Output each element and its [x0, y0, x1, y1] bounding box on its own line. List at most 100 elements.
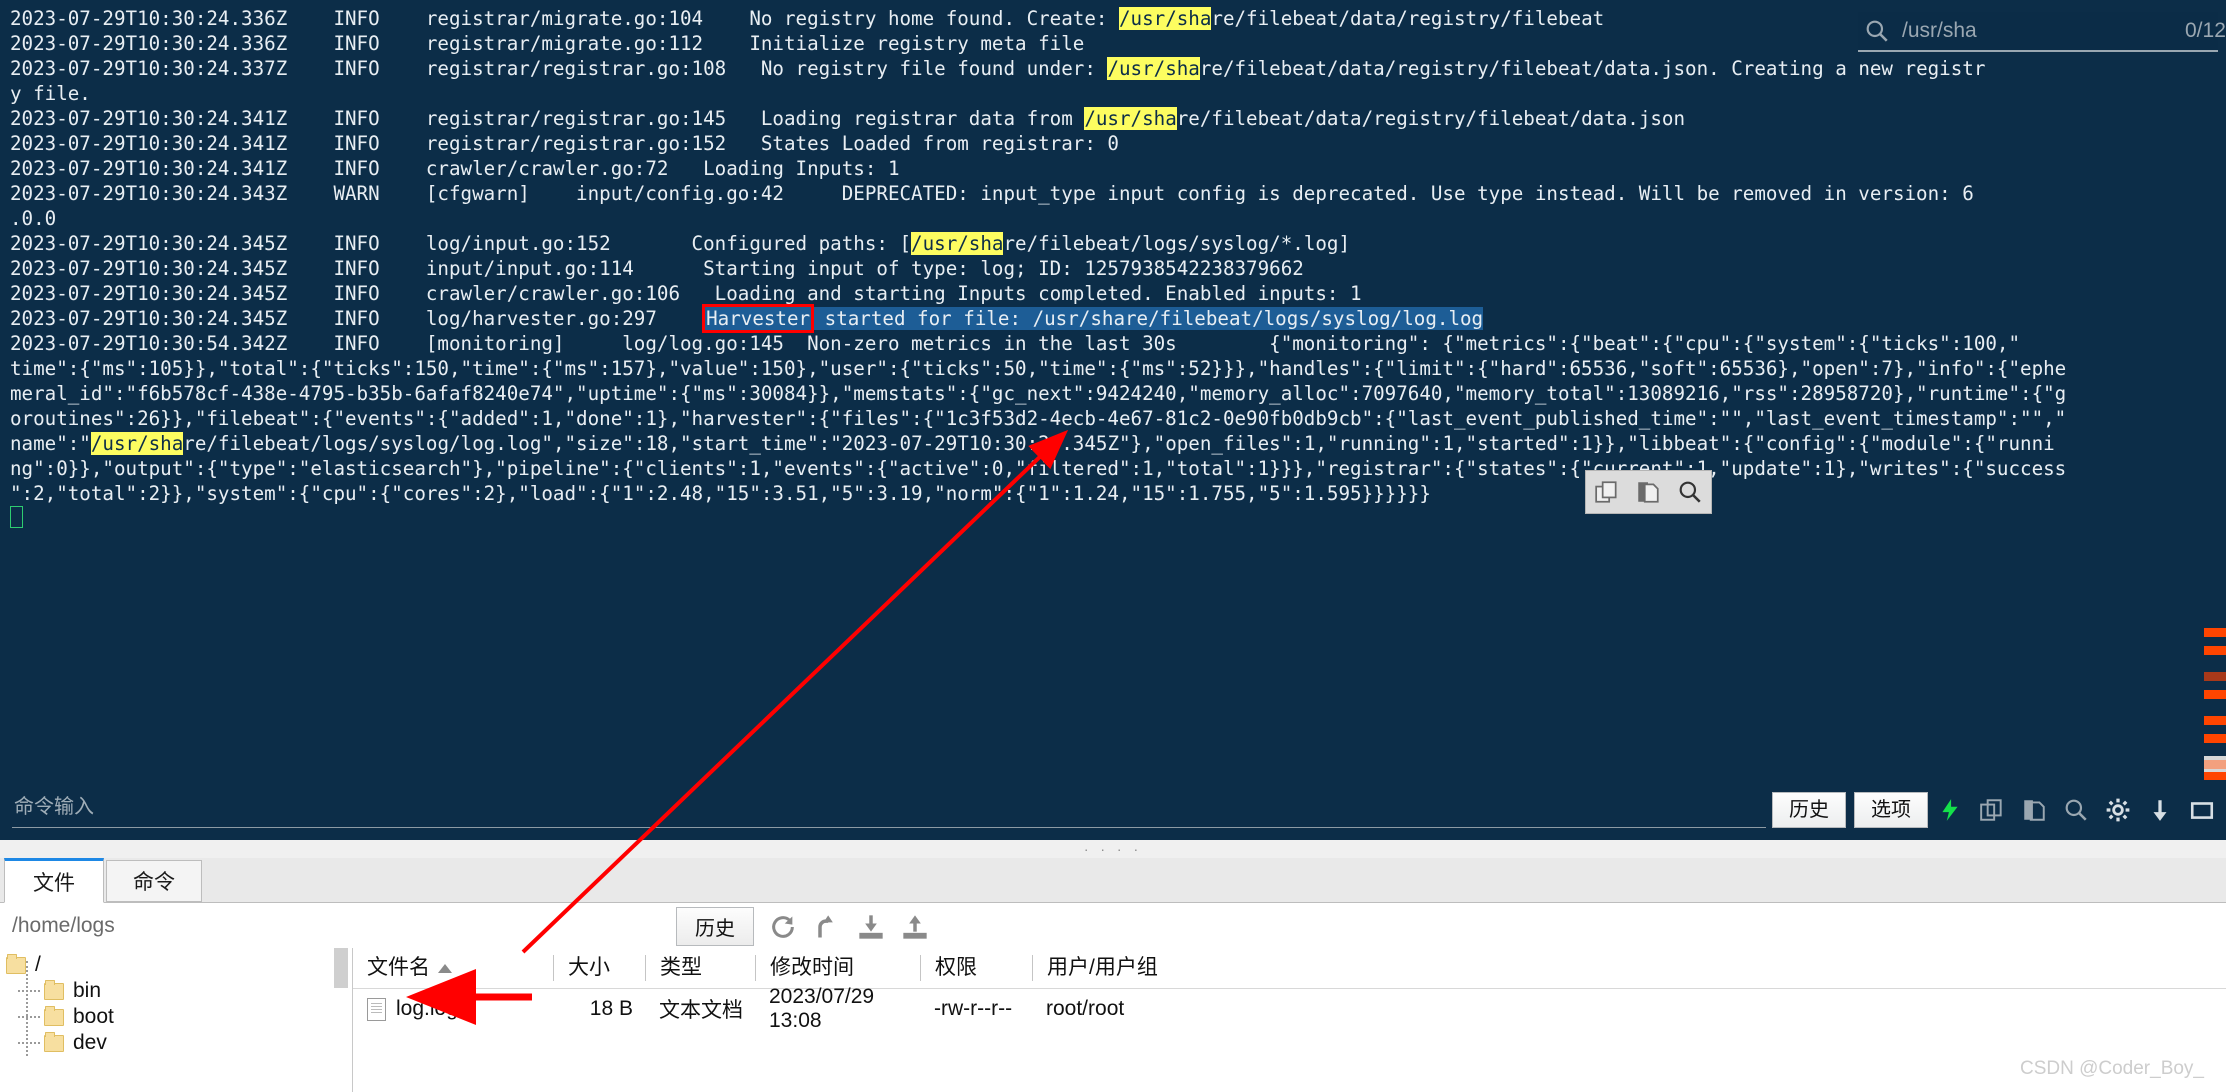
- terminal-line[interactable]: oroutines":26}},"filebeat":{"events":{"a…: [10, 406, 2202, 431]
- lightning-icon[interactable]: [1936, 796, 1964, 824]
- cell-text: -rw-r--r--: [934, 997, 1013, 1020]
- column-header-0[interactable]: 文件名: [353, 955, 553, 981]
- cell-type: 文本文档: [645, 994, 755, 1024]
- tab-files[interactable]: 文件: [4, 858, 104, 903]
- tree-item-boot[interactable]: boot: [0, 1004, 352, 1030]
- terminal-line[interactable]: name":"/usr/share/filebeat/logs/syslog/l…: [10, 431, 2202, 456]
- search-match: /usr/sha: [1084, 107, 1177, 130]
- folder-icon: [44, 1005, 64, 1026]
- column-header-label: 大小: [568, 956, 610, 979]
- search-icon[interactable]: [2062, 796, 2090, 824]
- highlighted-keyword: Harvester: [702, 304, 815, 333]
- cell-text: root/root: [1046, 997, 1125, 1020]
- watermark: CSDN @Coder_Boy_: [2019, 1058, 2204, 1079]
- download-icon[interactable]: [2146, 796, 2174, 824]
- terminal-line[interactable]: 2023-07-29T10:30:24.337Z INFO registrar/…: [10, 56, 2202, 81]
- tree-connector-branch: [18, 1042, 40, 1044]
- search-match: /usr/sha: [1107, 57, 1200, 80]
- column-header-label: 修改时间: [770, 956, 854, 979]
- search-match: /usr/sha: [911, 232, 1004, 255]
- cell-text: log.log: [396, 997, 458, 1020]
- terminal-line[interactable]: 2023-07-29T10:30:24.345Z INFO input/inpu…: [10, 256, 2202, 281]
- upload-icon[interactable]: [900, 912, 930, 942]
- search-input[interactable]: [1900, 18, 2175, 44]
- column-header-4[interactable]: 权限: [920, 955, 1032, 981]
- file-list-header: 文件名 大小 类型 修改时间 权限 用户/用户组: [353, 948, 2226, 989]
- paste-icon[interactable]: [2020, 796, 2048, 824]
- path-toolbar: 历史: [676, 907, 930, 946]
- find-bar[interactable]: 0/126: [1858, 12, 2226, 52]
- terminal-line[interactable]: 2023-07-29T10:30:24.345Z INFO crawler/cr…: [10, 281, 2202, 306]
- window-icon[interactable]: [2188, 796, 2216, 824]
- terminal-line[interactable]: y file.: [10, 81, 2202, 106]
- column-header-2[interactable]: 类型: [645, 955, 755, 981]
- cell-text: 2023/07/29 13:08: [769, 985, 875, 1032]
- terminal-line[interactable]: 2023-07-29T10:30:24.341Z INFO crawler/cr…: [10, 156, 2202, 181]
- column-header-label: 用户/用户组: [1047, 956, 1158, 979]
- search-match-count: 0/126: [2185, 19, 2226, 42]
- search-match: /usr/sha: [1118, 7, 1212, 30]
- column-header-label: 文件名: [367, 956, 430, 979]
- terminal-history-button[interactable]: 历史: [1772, 792, 1846, 828]
- terminal-line[interactable]: .0.0: [10, 206, 2202, 231]
- terminal-line[interactable]: 2023-07-29T10:30:24.345Z INFO log/input.…: [10, 231, 2202, 256]
- gear-icon[interactable]: [2104, 796, 2132, 824]
- download-icon[interactable]: [856, 912, 886, 942]
- terminal-command-bar: 历史 选项: [0, 780, 2226, 840]
- column-header-label: 类型: [660, 956, 702, 979]
- file-icon: [367, 997, 386, 1021]
- search-icon[interactable]: [1675, 477, 1705, 507]
- terminal-output[interactable]: 2023-07-29T10:30:24.336Z INFO registrar/…: [0, 0, 2202, 780]
- terminal-line[interactable]: ng":0}},"output":{"type":"elasticsearch"…: [10, 456, 2202, 481]
- tab-label: 命令: [133, 871, 175, 894]
- terminal-line[interactable]: ":2,"total":2}},"system":{"cpu":{"cores"…: [10, 481, 2202, 506]
- browser-tabbar: 文件 命令: [0, 858, 2226, 903]
- tree-item-label: /: [35, 953, 41, 976]
- column-header-5[interactable]: 用户/用户组: [1032, 955, 1232, 981]
- tree-connector-branch: [18, 990, 40, 992]
- cell-text: 文本文档: [659, 999, 743, 1022]
- table-row[interactable]: log.log 18 B 文本文档 2023/07/29 13:08 -rw-r--r-…: [353, 985, 2226, 1032]
- tree-item-label: bin: [73, 979, 102, 1002]
- path-input[interactable]: [0, 913, 654, 939]
- tree-item-bin[interactable]: bin: [0, 978, 352, 1004]
- file-list-body[interactable]: log.log 18 B 文本文档 2023/07/29 13:08 -rw-r--r-…: [353, 985, 2226, 1032]
- column-header-1[interactable]: 大小: [553, 955, 645, 981]
- terminal-cursor: [10, 506, 2202, 531]
- floating-context-toolbar[interactable]: [1585, 470, 1712, 514]
- tree-item-dev[interactable]: dev: [0, 1030, 352, 1056]
- cell-modified: 2023/07/29 13:08: [755, 985, 920, 1033]
- tab-commands[interactable]: 命令: [106, 860, 202, 902]
- paste-icon[interactable]: [1633, 477, 1663, 507]
- up-directory-icon[interactable]: [812, 912, 842, 942]
- terminal-options-button[interactable]: 选项: [1854, 792, 1928, 828]
- terminal-line[interactable]: 2023-07-29T10:30:24.345Z INFO log/harves…: [10, 304, 2202, 333]
- browser-history-button[interactable]: 历史: [676, 907, 754, 946]
- terminal-scrollbar[interactable]: [2204, 0, 2226, 805]
- terminal-line[interactable]: meral_id":"f6b578cf-438e-4795-b35b-6afaf…: [10, 381, 2202, 406]
- terminal-line[interactable]: 2023-07-29T10:30:24.341Z INFO registrar/…: [10, 106, 2202, 131]
- terminal-line[interactable]: 2023-07-29T10:30:24.343Z WARN [cfgwarn] …: [10, 181, 2202, 206]
- directory-tree[interactable]: / bin boot dev: [0, 948, 353, 1092]
- panel-splitter[interactable]: · · · ·: [0, 840, 2226, 859]
- command-input[interactable]: [12, 788, 1766, 828]
- terminal-line[interactable]: time":{"ms":105}},"total":{"ticks":150,"…: [10, 356, 2202, 381]
- copy-icon[interactable]: [1978, 796, 2006, 824]
- terminal-panel[interactable]: 2023-07-29T10:30:24.336Z INFO registrar/…: [0, 0, 2226, 840]
- column-header-3[interactable]: 修改时间: [755, 955, 920, 981]
- cell-text: 18 B: [589, 997, 633, 1020]
- terminal-line[interactable]: 2023-07-29T10:30:54.342Z INFO [monitorin…: [10, 331, 2202, 356]
- app-window: 2023-07-29T10:30:24.336Z INFO registrar/…: [0, 0, 2226, 1092]
- refresh-icon[interactable]: [768, 912, 798, 942]
- tree-item-root[interactable]: /: [0, 952, 352, 978]
- tree-connector: [26, 961, 28, 1056]
- cell-permissions: -rw-r--r--: [920, 997, 1032, 1021]
- folder-icon: [6, 953, 26, 974]
- copy-icon[interactable]: [1592, 477, 1622, 507]
- tree-connector-branch: [18, 1016, 40, 1018]
- folder-icon: [44, 979, 64, 1000]
- tree-item-label: dev: [73, 1031, 107, 1054]
- cell-owner: root/root: [1032, 997, 1232, 1021]
- terminal-line[interactable]: 2023-07-29T10:30:24.341Z INFO registrar/…: [10, 131, 2202, 156]
- path-row: 历史: [0, 903, 2226, 950]
